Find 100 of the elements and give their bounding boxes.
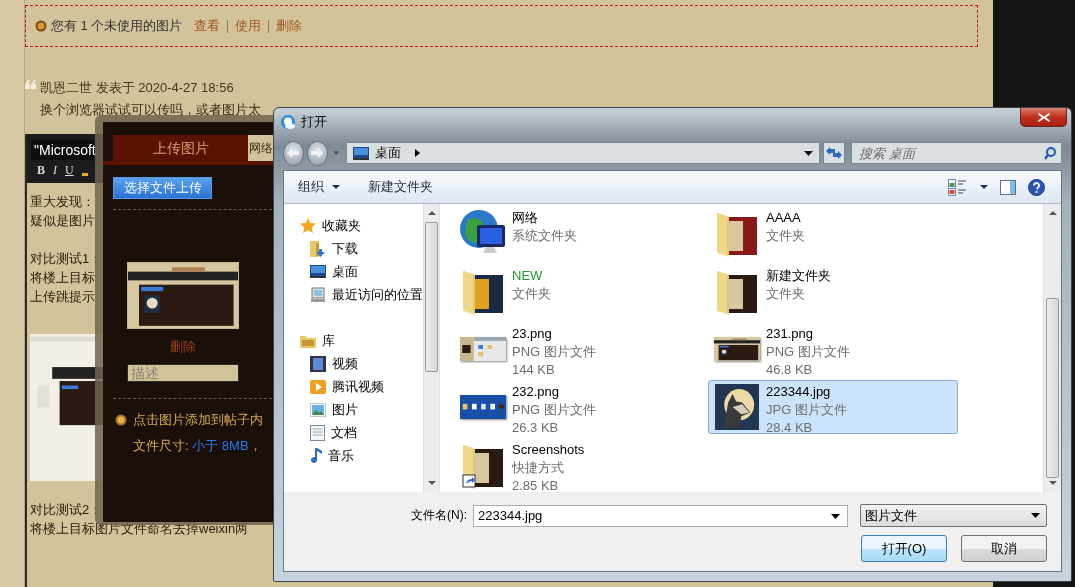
refresh-button[interactable] [823, 142, 845, 164]
nav-item[interactable]: 文档 [284, 421, 423, 444]
open-button[interactable]: 打开(O) [861, 535, 947, 562]
file-item[interactable]: 231.png PNG 图片文件 46.8 KB [708, 322, 958, 376]
caret-icon[interactable] [980, 185, 988, 189]
file-detail: 系统文件夹 [512, 227, 577, 245]
font-select[interactable]: "Microsoft [31, 140, 94, 160]
film-icon [310, 355, 326, 372]
play-icon [310, 378, 326, 395]
desktop-icon [353, 146, 370, 160]
nav-item[interactable]: 下载 [284, 237, 423, 260]
scrollbar[interactable] [423, 204, 439, 492]
format-button[interactable]: U [65, 163, 74, 178]
file-detail: PNG 图片文件 [512, 343, 596, 361]
search-field[interactable]: 搜索 桌面 [851, 142, 1062, 164]
documents-icon [310, 424, 325, 441]
file-detail: 快捷方式 [512, 459, 565, 477]
file-item[interactable]: 223344.jpg JPG 图片文件 28.4 KB [708, 380, 958, 434]
music-icon [310, 447, 322, 464]
color-swatch-icon[interactable] [81, 173, 88, 176]
nav-item[interactable]: 收藏夹 [284, 214, 423, 237]
desktop-icon [310, 265, 326, 278]
file-name: 223344.jpg [766, 383, 832, 401]
nav-item[interactable]: 最近访问的位置 [284, 283, 423, 306]
file-item[interactable]: 网络 系统文件夹 [454, 206, 704, 260]
pictures-icon [310, 402, 326, 417]
filename-field[interactable]: 223344.jpg [473, 504, 848, 527]
file-detail: 文件夹 [766, 285, 806, 303]
close-icon [1037, 112, 1050, 122]
toolbar-button[interactable]: 新建文件夹 [362, 175, 439, 199]
file-name: NEW [512, 267, 544, 285]
cancel-button[interactable]: 取消 [961, 535, 1047, 562]
caret-icon [332, 185, 340, 189]
dropdown-icon[interactable] [831, 513, 840, 519]
file-item[interactable]: Screenshots 快捷方式 2.85 KB [454, 438, 704, 492]
coin-icon [115, 414, 127, 426]
file-type-select[interactable]: 图片文件 [860, 504, 1047, 527]
dialog-tab[interactable]: 上传图片 [113, 135, 248, 161]
coin-icon [35, 20, 47, 32]
file-detail: 28.4 KB [766, 419, 814, 437]
view-options-icon[interactable] [948, 178, 968, 196]
editor-text: 上传跳提示 [30, 288, 95, 306]
editor-text: 对比测试2： [30, 501, 103, 519]
preview-pane-icon[interactable] [1000, 179, 1016, 195]
star-icon [300, 217, 316, 234]
nav-item[interactable]: 库 [284, 329, 423, 352]
file-detail: 2.85 KB [512, 477, 560, 495]
file-item[interactable]: AAAA 文件夹 [708, 206, 958, 260]
back-button[interactable] [283, 140, 304, 166]
file-detail: PNG 图片文件 [512, 401, 596, 419]
filename-label: 文件名(N): [411, 507, 467, 524]
nav-item[interactable]: 桌面 [284, 260, 423, 283]
file-detail: 文件夹 [766, 227, 805, 245]
download-folder-icon [310, 240, 326, 257]
file-name: 新建文件夹 [766, 267, 831, 285]
nav-item[interactable]: 音乐 [284, 444, 423, 467]
dropdown-icon[interactable] [804, 150, 814, 156]
forward-icon [311, 148, 324, 158]
editor-text: 将楼上目标图片文件命名去掉weixin两 [30, 520, 249, 538]
toolbar-button[interactable]: 组织 [292, 175, 346, 199]
recent-places-icon [310, 286, 326, 303]
editor-text: 疑似是图片 [30, 212, 95, 230]
file-name: Screenshots [512, 441, 585, 459]
file-detail: 文件夹 [512, 285, 551, 303]
format-button[interactable]: B [37, 163, 45, 178]
refresh-icon [826, 146, 843, 160]
address-text: 桌面 [375, 144, 402, 162]
file-name: AAAA [766, 209, 802, 227]
dropdown-icon [1031, 513, 1040, 518]
window-title: 打开 [301, 113, 327, 131]
file-name: 232.png [512, 383, 560, 401]
scrollbar[interactable] [1043, 204, 1061, 492]
file-item[interactable]: 23.png PNG 图片文件 144 KB [454, 322, 704, 376]
select-file-button[interactable]: 选择文件上传 [113, 177, 212, 199]
nav-item[interactable]: 图片 [284, 398, 423, 421]
file-item[interactable]: 232.png PNG 图片文件 26.3 KB [454, 380, 704, 434]
description-field[interactable]: 描述 [127, 364, 239, 382]
file-detail: PNG 图片文件 [766, 343, 850, 361]
help-icon[interactable] [1028, 178, 1045, 196]
editor-text: 对比测试1： [30, 250, 103, 268]
file-name: 23.png [512, 325, 553, 343]
chevron-icon[interactable] [415, 149, 421, 157]
forward-button[interactable] [306, 140, 328, 166]
search-icon [1044, 147, 1056, 160]
format-button[interactable]: I [53, 163, 57, 178]
file-item[interactable]: NEW 文件夹 [454, 264, 704, 318]
file-item[interactable]: 新建文件夹 文件夹 [708, 264, 958, 318]
file-detail: 46.8 KB [766, 361, 814, 379]
app-icon [280, 114, 296, 130]
file-detail: 144 KB [512, 361, 556, 379]
address-bar[interactable]: 桌面 [346, 142, 821, 164]
file-detail: JPG 图片文件 [766, 401, 847, 419]
notice-message: 您有 1 个未使用的图片 [51, 17, 183, 35]
nav-item[interactable]: 视频 [284, 352, 423, 375]
dialog-tab[interactable]: 网络 [248, 135, 273, 161]
nav-item[interactable]: 腾讯视频 [284, 375, 423, 398]
editor-text: 重大发现： [30, 193, 95, 211]
close-button[interactable] [1020, 108, 1067, 127]
tip-text: 点击图片添加到帖子内 [133, 411, 263, 429]
library-icon [300, 333, 316, 348]
